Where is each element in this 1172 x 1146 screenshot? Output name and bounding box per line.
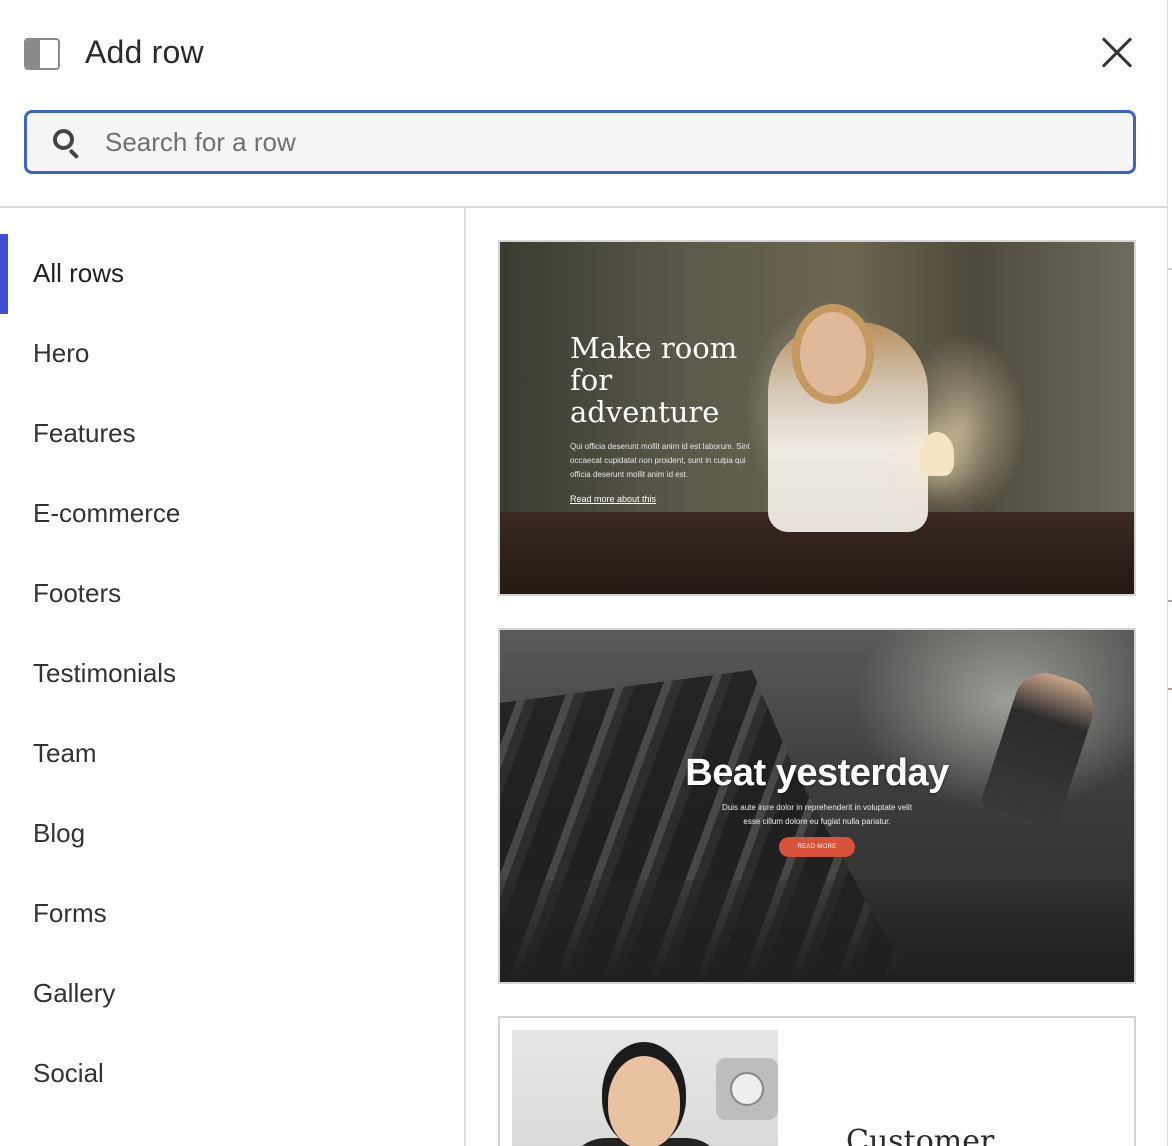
thumbnail-paragraph: Duis aute irure dolor in reprehenderit i… (722, 803, 912, 826)
thumbnail-photo (512, 1030, 778, 1146)
sidebar-item-team[interactable]: Team (0, 714, 464, 794)
search-icon (53, 129, 81, 160)
add-row-panel: Add row All rows Hero Features E-commerc… (0, 0, 1168, 1146)
search-box[interactable] (24, 110, 1136, 174)
sidebar-item-label: Testimonials (33, 658, 177, 688)
thumbnail-text-block: Beat yesterday Duis aute irure dolor in … (500, 752, 1134, 857)
thumbnail-photo-head (800, 312, 866, 396)
thumbnail-paragraph: Qui officia deserunt mollit anim id est … (570, 442, 750, 479)
sidebar-item-social[interactable]: Social (0, 1034, 464, 1114)
sidebar-item-testimonials[interactable]: Testimonials (0, 634, 464, 714)
sidebar-item-features[interactable]: Features (0, 394, 464, 474)
thumbnail-text-block: Make room for adventure Qui officia dese… (570, 332, 760, 507)
sidebar-item-label: Blog (33, 818, 86, 848)
sidebar-item-e-commerce[interactable]: E-commerce (0, 474, 464, 554)
row-thumbnail-hero-adventure[interactable]: Make room for adventure Qui officia dese… (498, 240, 1136, 596)
sidebar-item-label: E-commerce (33, 498, 181, 528)
sidebar-item-label: Features (33, 418, 136, 448)
sidebar-item-label: Hero (33, 338, 90, 368)
panel-title: Add row (85, 34, 204, 70)
sidebar-item-forms[interactable]: Forms (0, 874, 464, 954)
close-icon[interactable] (1094, 30, 1140, 76)
thumbnail-photo-lamp (920, 432, 954, 476)
thumbnail-button: READ MORE (779, 837, 855, 857)
background-edge (1168, 0, 1172, 1146)
sidebar-item-all-rows[interactable]: All rows (0, 234, 464, 314)
thumbnail-photo-floor (500, 880, 1134, 982)
sidebar-item-label: All rows (33, 258, 125, 288)
sidebar-item-gallery[interactable]: Gallery (0, 954, 464, 1034)
row-thumbnail-hero-gym[interactable]: Beat yesterday Duis aute irure dolor in … (498, 628, 1136, 984)
category-sidebar: All rows Hero Features E-commerce Footer… (0, 234, 464, 1114)
row-thumbnail-customer[interactable]: Customer (498, 1016, 1136, 1146)
sidebar-item-label: Social (33, 1058, 104, 1088)
panel-header: Add row (0, 0, 1168, 100)
thumbnail-link: Read more about this (570, 494, 657, 504)
sidebar-item-label: Team (33, 738, 97, 768)
header-divider (0, 206, 1168, 208)
thumbnail-heading: Make room for adventure (570, 331, 738, 429)
sidebar-item-label: Forms (33, 898, 107, 928)
thumbnail-heading: Customer (846, 1124, 995, 1146)
thumbnail-photo-face (608, 1056, 680, 1146)
sidebar-item-hero[interactable]: Hero (0, 314, 464, 394)
sidebar-item-footers[interactable]: Footers (0, 554, 464, 634)
sidebar-panel-icon[interactable] (24, 38, 60, 70)
sidebar-item-label: Gallery (33, 978, 116, 1008)
thumbnail-heading: Beat yesterday (685, 752, 949, 794)
sidebar-divider (464, 208, 466, 1146)
sidebar-item-label: Footers (33, 578, 122, 608)
search-input[interactable] (105, 113, 1115, 171)
thumbnail-photo-clock (716, 1058, 778, 1120)
sidebar-item-blog[interactable]: Blog (0, 794, 464, 874)
